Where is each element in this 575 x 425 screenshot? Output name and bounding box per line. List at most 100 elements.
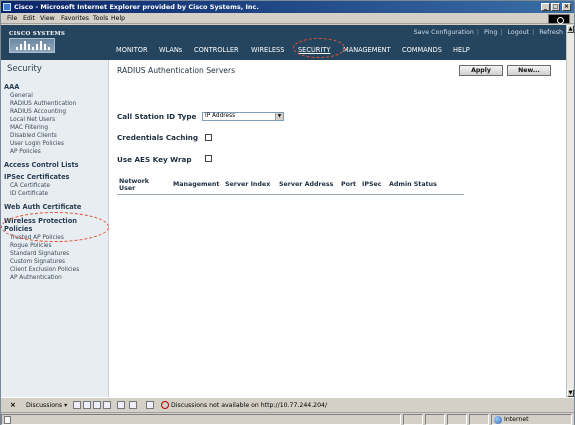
discussion-toolbar-icon[interactable] [129,401,137,409]
nav-monitor[interactable]: MONITOR [116,46,148,54]
logout-link[interactable]: Logout [508,29,530,36]
sidebar-heading-ipsec[interactable]: IPSec Certificates [4,173,69,181]
col-network-user-line1: Network [119,178,149,185]
credentials-caching-checkbox[interactable] [205,134,212,141]
nav-controller[interactable]: CONTROLLER [194,46,239,54]
menu-view[interactable]: View [40,13,55,24]
col-ipsec: IPSec [362,181,382,188]
sidebar-item-disabled-clients[interactable]: Disabled Clients [10,133,57,139]
status-pane [425,414,445,425]
credentials-caching-label: Credentials Caching [117,133,199,142]
call-station-id-label: Call Station ID Type [117,112,197,121]
scroll-up-icon[interactable]: ▲ [567,25,574,33]
discussion-toolbar-icon[interactable] [146,401,154,409]
title-bar: Cisco - Microsoft Internet Explorer prov… [1,1,574,13]
menu-file[interactable]: File [7,13,17,24]
save-configuration-link[interactable]: Save Configuration [414,29,474,36]
page-icon [4,416,11,424]
discussion-toolbar-icon[interactable] [83,401,91,409]
menu-edit[interactable]: Edit [23,13,35,24]
security-highlight-circle [293,38,345,58]
sidebar-item-ap-policies[interactable]: AP Policies [10,149,41,155]
browser-window: Cisco - Microsoft Internet Explorer prov… [0,0,575,425]
menu-bar: File Edit View Favorites Tools Help [1,13,574,24]
apply-button[interactable]: Apply [459,65,503,76]
status-pane [447,414,467,425]
vertical-scrollbar[interactable]: ▲ ▼ [566,25,574,397]
discussion-toolbar-icon[interactable] [103,401,111,409]
col-network-user: Network User [119,178,149,192]
page-viewport: CISCO SYSTEMS Save Configuration | Ping | … [1,25,566,397]
status-bar: Internet [1,412,574,425]
new-button[interactable]: New... [507,65,551,76]
call-station-id-value: IP Address [205,113,236,119]
col-server-index: Server Index [225,181,271,188]
col-server-address: Server Address [279,181,334,188]
sidebar-item-radius-authentication[interactable]: RADIUS Authentication [10,101,76,107]
discussion-toolbar-icon[interactable] [73,401,81,409]
aes-key-wrap-label: Use AES Key Wrap [117,155,192,164]
sidebar-item-rogue-policies[interactable]: Rogue Policies [10,243,52,249]
page-title: RADIUS Authentication Servers [117,66,236,75]
ie-icon [3,3,11,11]
utility-links: Save Configuration | Ping | Logout | Refres… [413,29,563,36]
main-content: RADIUS Authentication Servers Apply New.… [111,60,566,397]
cisco-logo: CISCO SYSTEMS [9,31,65,55]
sidebar: Security AAA General RADIUS Authenticati… [1,60,109,397]
col-network-user-line2: User [119,185,136,192]
sidebar-item-id-certificate[interactable]: ID Certificate [10,191,48,197]
sidebar-item-custom-signatures[interactable]: Custom Signatures [10,259,65,265]
nav-management[interactable]: MANAGEMENT [343,46,391,54]
close-discussions-icon[interactable]: × [10,401,16,409]
wlc-header: CISCO SYSTEMS Save Configuration | Ping | … [1,25,566,60]
col-management: Management [173,181,220,188]
security-zone: Internet [504,416,529,423]
menu-favorites[interactable]: Favorites [61,13,89,24]
sidebar-item-client-exclusion-policies[interactable]: Client Exclusion Policies [10,267,79,273]
brand-text: CISCO SYSTEMS [9,31,66,37]
sidebar-item-standard-signatures[interactable]: Standard Signatures [10,251,69,257]
nav-wlans[interactable]: WLANs [159,46,182,54]
sidebar-item-local-net-users[interactable]: Local Net Users [10,117,55,123]
discussions-bar: × Discussions ▾ Discussions not availabl… [1,397,574,412]
chevron-down-icon[interactable]: ▼ [275,113,283,120]
nav-help[interactable]: HELP [453,46,470,54]
sidebar-item-user-login-policies[interactable]: User Login Policies [10,141,64,147]
status-pane [403,414,423,425]
sidebar-item-general[interactable]: General [10,93,33,99]
col-admin-status: Admin Status [389,181,437,188]
close-icon[interactable]: × [562,3,571,11]
aes-key-wrap-checkbox[interactable] [205,155,212,162]
status-pane [469,414,489,425]
sidebar-item-mac-filtering[interactable]: MAC Filtering [10,125,48,131]
servers-table-header: Network User Management Server Index Ser… [117,178,464,195]
discussion-toolbar-icon[interactable] [117,401,125,409]
sidebar-title: Security [7,64,42,74]
discussions-message: Discussions not available on http://10.7… [171,402,328,409]
wireless-protection-highlight-circle [1,212,109,242]
discussion-toolbar-icon[interactable] [93,401,101,409]
sidebar-heading-acl[interactable]: Access Control Lists [4,161,79,169]
menu-help[interactable]: Help [111,13,125,24]
sidebar-heading-web-auth[interactable]: Web Auth Certificate [4,203,81,211]
status-text-pane [1,414,401,425]
minimize-icon[interactable]: _ [541,3,550,11]
sidebar-item-ap-authentication[interactable]: AP Authentication [10,275,62,281]
not-available-icon [161,401,169,409]
sidebar-item-ca-certificate[interactable]: CA Certificate [10,183,50,189]
nav-wireless[interactable]: WIRELESS [251,46,284,54]
globe-icon [494,416,502,424]
window-title: Cisco - Microsoft Internet Explorer prov… [14,3,259,11]
sidebar-item-radius-accounting[interactable]: RADIUS Accounting [10,109,66,115]
scroll-down-icon[interactable]: ▼ [567,389,574,397]
nav-commands[interactable]: COMMANDS [402,46,442,54]
call-station-id-select[interactable]: IP Address ▼ [202,112,284,121]
discussions-menu[interactable]: Discussions ▾ [26,402,67,409]
col-port: Port [341,181,357,188]
sidebar-heading-aaa[interactable]: AAA [4,83,19,91]
refresh-link[interactable]: Refresh [539,29,563,36]
windows-logo-icon [548,14,570,24]
maximize-icon[interactable]: □ [551,3,560,11]
ping-link[interactable]: Ping [484,29,497,36]
menu-tools[interactable]: Tools [93,13,108,24]
